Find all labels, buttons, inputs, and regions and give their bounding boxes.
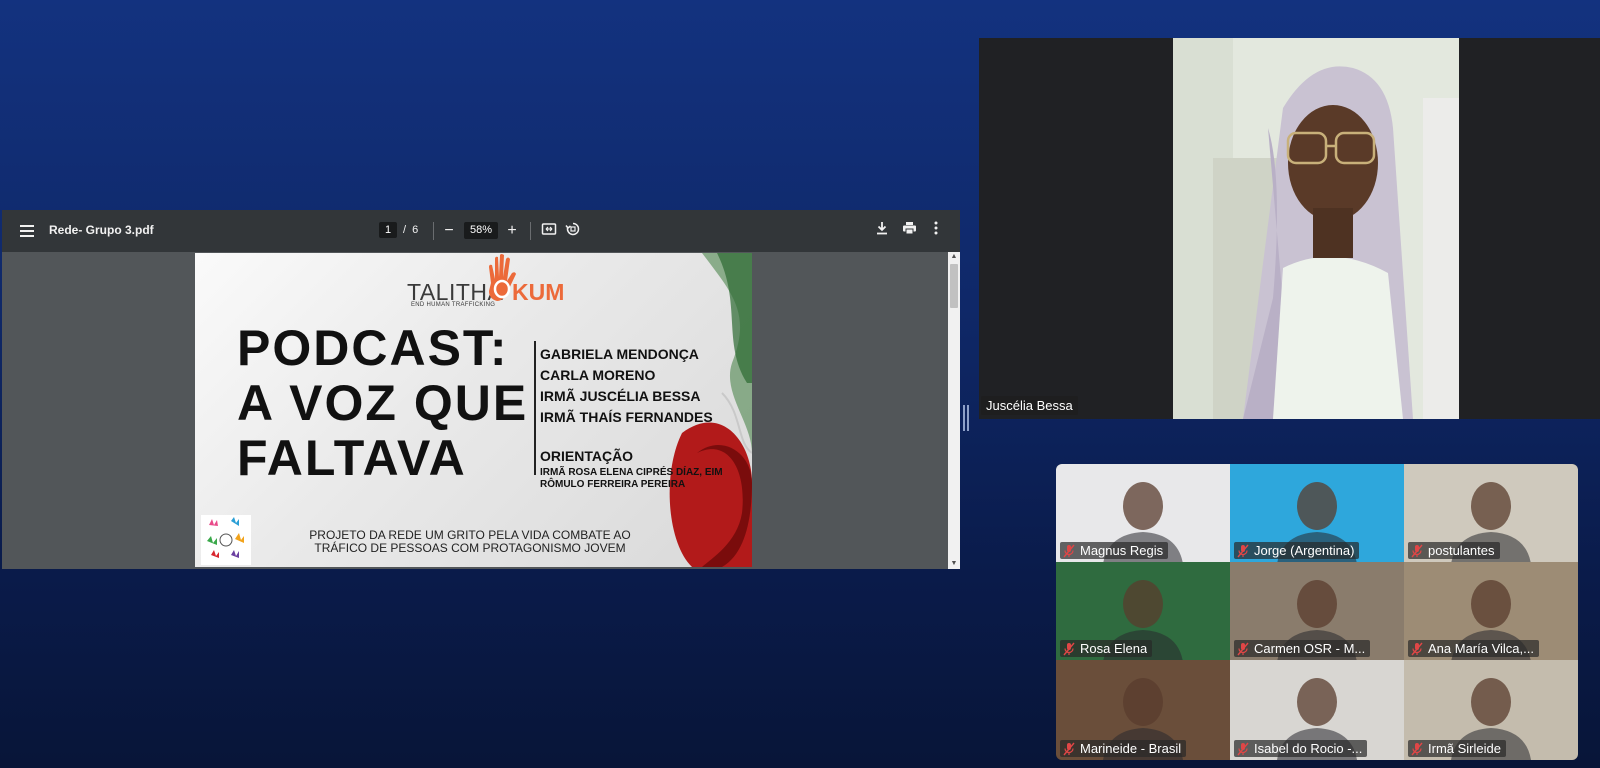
- mic-muted-icon: [1411, 544, 1423, 557]
- participant-tile[interactable]: postulantes: [1404, 464, 1578, 562]
- participant-tile[interactable]: Isabel do Rocio -...: [1230, 660, 1404, 760]
- advisor-name: IRMÃ ROSA ELENA CIPRÉS DÍAZ, EIM: [540, 467, 723, 478]
- pdf-toolbar: Rede- Grupo 3.pdf 1 / 6 − 58% +: [2, 210, 960, 252]
- participant-name: Irmã Sirleide: [1428, 741, 1501, 756]
- pdf-page: TALITHA KUM END HUMAN TRAFFICKING PODCAS…: [195, 253, 752, 567]
- footer-line: TRÁFICO DE PESSOAS COM PROTAGONISMO JOVE…: [314, 541, 626, 555]
- participant-label: Isabel do Rocio -...: [1234, 740, 1368, 757]
- participant-label: postulantes: [1408, 542, 1500, 559]
- network-hands-logo-icon: [201, 515, 251, 565]
- participant-name: Carmen OSR - M...: [1254, 641, 1366, 656]
- participant-tile[interactable]: Magnus Regis: [1056, 464, 1230, 562]
- page-number-input[interactable]: 1: [379, 222, 397, 238]
- author-name: GABRIELA MENDONÇA: [540, 346, 699, 362]
- mic-muted-icon: [1063, 742, 1075, 755]
- print-icon[interactable]: [899, 221, 919, 241]
- hamburger-menu-icon[interactable]: [20, 223, 34, 239]
- speaker-portrait-image: [1173, 38, 1459, 419]
- logo-tagline: END HUMAN TRAFFICKING: [411, 302, 496, 308]
- participant-tile[interactable]: Ana María Vilca,...: [1404, 562, 1578, 660]
- participant-name: Ana María Vilca,...: [1428, 641, 1534, 656]
- participant-label: Jorge (Argentina): [1234, 542, 1360, 559]
- mic-muted-icon: [1063, 642, 1075, 655]
- participant-name: postulantes: [1428, 543, 1495, 558]
- slide-title-line: PODCAST:: [237, 320, 509, 376]
- pdf-scrollbar[interactable]: ▲ ▼: [948, 252, 960, 569]
- speaker-video-frame: [1173, 38, 1459, 419]
- rotate-icon[interactable]: [563, 221, 583, 241]
- participant-label: Marineide - Brasil: [1060, 740, 1187, 757]
- active-speaker-video[interactable]: Juscélia Bessa: [979, 38, 1600, 419]
- participant-label: Irmã Sirleide: [1408, 740, 1506, 757]
- toolbar-divider: [433, 222, 434, 240]
- participant-name: Marineide - Brasil: [1080, 741, 1182, 756]
- more-options-icon[interactable]: [926, 221, 946, 241]
- zoom-input[interactable]: 58%: [464, 222, 498, 239]
- participant-tile[interactable]: Jorge (Argentina): [1230, 464, 1404, 562]
- author-name: IRMÃ JUSCÉLIA BESSA: [540, 388, 701, 404]
- mic-muted-icon: [1411, 642, 1423, 655]
- participant-tile[interactable]: Marineide - Brasil: [1056, 660, 1230, 760]
- participant-tile[interactable]: Carmen OSR - M...: [1230, 562, 1404, 660]
- author-name: IRMÃ THAÍS FERNANDES: [540, 409, 713, 425]
- participant-gallery: Magnus Regis Jorge (Argentina) postulantes…: [1056, 464, 1578, 760]
- participant-name: Isabel do Rocio -...: [1254, 741, 1363, 756]
- participant-label: Rosa Elena: [1060, 640, 1153, 657]
- participant-name: Magnus Regis: [1080, 543, 1164, 558]
- resize-handle[interactable]: [963, 405, 969, 431]
- fit-to-page-icon[interactable]: [539, 221, 559, 241]
- page-indicator: 1 / 6: [379, 222, 418, 238]
- scroll-up-arrow-icon[interactable]: ▲: [948, 252, 960, 262]
- zoom-out-icon[interactable]: −: [439, 221, 459, 241]
- scroll-down-arrow-icon[interactable]: ▼: [948, 559, 960, 569]
- participant-name: Jorge (Argentina): [1254, 543, 1355, 558]
- mic-muted-icon: [1063, 544, 1075, 557]
- scroll-thumb[interactable]: [950, 264, 958, 308]
- zoom-in-icon[interactable]: +: [502, 221, 522, 241]
- pdf-file-name: Rede- Grupo 3.pdf: [49, 223, 154, 237]
- participant-label: Carmen OSR - M...: [1234, 640, 1371, 657]
- logo-word-kum: KUM: [512, 279, 565, 305]
- page-separator: /: [403, 224, 407, 236]
- slide-title-line: FALTAVA: [237, 430, 467, 486]
- mic-muted-icon: [1237, 642, 1249, 655]
- author-list: GABRIELA MENDONÇA CARLA MORENO IRMÃ JUSC…: [540, 344, 713, 428]
- slide-title-line: A VOZ QUE: [237, 375, 529, 431]
- slide-footer: PROJETO DA REDE UM GRITO PELA VIDA COMBA…: [305, 529, 635, 555]
- participant-name: Rosa Elena: [1080, 641, 1148, 656]
- participant-tile[interactable]: Irmã Sirleide: [1404, 660, 1578, 760]
- slide-title: PODCAST: A VOZ QUE FALTAVA: [237, 321, 528, 486]
- orientation-names: IRMÃ ROSA ELENA CIPRÉS DÍAZ, EIM RÔMULO …: [540, 467, 723, 491]
- download-icon[interactable]: [872, 221, 892, 241]
- participant-tile[interactable]: Rosa Elena: [1056, 562, 1230, 660]
- speaker-name-label: Juscélia Bessa: [981, 396, 1078, 415]
- divider: [534, 341, 536, 475]
- orientation-label: ORIENTAÇÃO: [540, 448, 634, 464]
- mic-muted-icon: [1237, 742, 1249, 755]
- author-name: CARLA MORENO: [540, 367, 656, 383]
- participant-label: Ana María Vilca,...: [1408, 640, 1539, 657]
- participant-label: Magnus Regis: [1060, 542, 1169, 559]
- advisor-name: RÔMULO FERREIRA PEREIRA: [540, 479, 686, 490]
- toolbar-divider: [530, 222, 531, 240]
- mic-muted-icon: [1411, 742, 1423, 755]
- mic-muted-icon: [1237, 544, 1249, 557]
- total-pages: 6: [412, 224, 419, 236]
